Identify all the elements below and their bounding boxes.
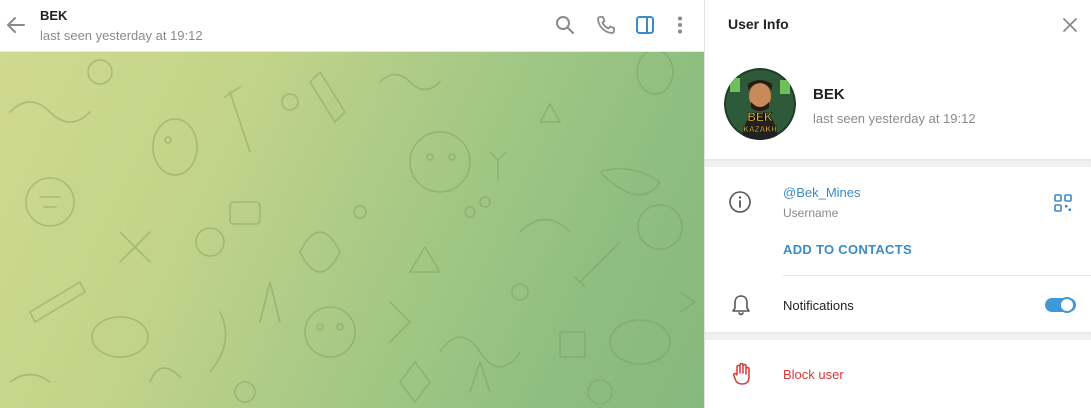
hand-stop-icon — [732, 362, 752, 386]
back-arrow-icon — [7, 17, 25, 33]
user-name: BEK — [813, 86, 845, 103]
info-icon — [728, 190, 752, 214]
notifications-toggle[interactable] — [1045, 295, 1076, 315]
avatar[interactable]: BEK KAZAKH — [724, 68, 796, 140]
back-button[interactable] — [4, 12, 28, 38]
user-status: last seen yesterday at 19:12 — [813, 111, 976, 126]
close-button[interactable] — [1059, 14, 1081, 36]
toggle-knob — [1059, 297, 1075, 313]
chat-area: BEK last seen yesterday at 19:12 — [0, 0, 704, 408]
sidebar-toggle-button[interactable] — [634, 14, 656, 36]
search-button[interactable] — [554, 14, 576, 36]
avatar-text-top: BEK — [747, 110, 773, 124]
chat-wallpaper — [0, 52, 704, 408]
chat-status: last seen yesterday at 19:12 — [40, 28, 203, 43]
block-user-button[interactable]: Block user — [783, 367, 844, 382]
divider — [783, 275, 1091, 276]
section-separator — [705, 159, 1091, 167]
username-label: Username — [783, 206, 839, 220]
phone-icon — [597, 16, 615, 34]
search-icon — [556, 16, 574, 34]
more-vertical-icon — [678, 16, 682, 34]
notifications-label: Notifications — [783, 298, 854, 313]
more-button[interactable] — [669, 14, 691, 36]
user-info-panel: User Info BEK KAZAKH BEK last seen yeste… — [704, 0, 1091, 408]
username-value[interactable]: @Bek_Mines — [783, 185, 861, 200]
doodle-pattern — [9, 52, 696, 405]
call-button[interactable] — [595, 14, 617, 36]
avatar-text-bottom: KAZAKH — [743, 125, 777, 134]
add-to-contacts-button[interactable]: ADD TO CONTACTS — [783, 242, 912, 257]
qr-code-icon — [1054, 194, 1072, 212]
chat-title[interactable]: BEK — [40, 8, 67, 23]
section-separator — [705, 332, 1091, 340]
qr-code-button[interactable] — [1053, 193, 1073, 213]
bell-icon — [730, 293, 752, 317]
panel-title: User Info — [728, 16, 789, 32]
chat-header: BEK last seen yesterday at 19:12 — [0, 0, 704, 52]
sidebar-toggle-icon — [636, 16, 654, 34]
close-icon — [1063, 18, 1077, 32]
